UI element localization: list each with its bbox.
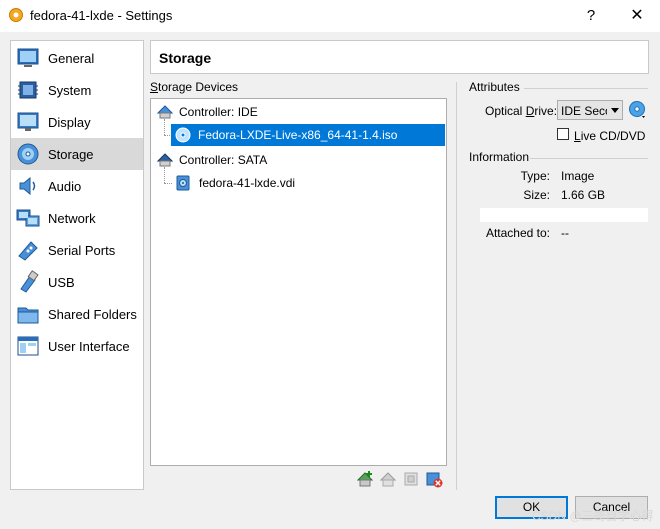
choose-disc-button[interactable] [628, 100, 648, 120]
sidebar-item-storage[interactable]: Storage [11, 138, 143, 170]
controller-icon [156, 104, 174, 120]
optical-disc-menu-icon [629, 101, 645, 118]
sidebar-item-shared-folders[interactable]: Shared Folders [11, 298, 143, 330]
shared-folders-icon [16, 302, 40, 326]
section-divider [530, 158, 648, 159]
sidebar-item-label: System [48, 83, 92, 98]
general-icon [16, 46, 40, 70]
chevron-down-icon [611, 108, 619, 113]
page-header: Storage [150, 40, 649, 74]
info-attached-value: -- [561, 226, 569, 240]
info-blank-field [480, 208, 648, 222]
controller-label: Controller: SATA [179, 153, 268, 167]
tree-item-optical-iso[interactable]: Fedora-LXDE-Live-x86_64-41-1.4.iso [171, 124, 445, 146]
remove-attachment-icon [379, 472, 397, 487]
remove-controller-icon [426, 472, 443, 488]
optical-drive-select[interactable]: IDE Secondary [557, 100, 623, 120]
sidebar-item-label: General [48, 51, 95, 66]
info-size-label: Size: [523, 188, 550, 202]
live-cd-checkbox[interactable] [557, 128, 569, 140]
audio-icon [16, 174, 40, 198]
watermark: CSDN @三哥自学心得 [532, 509, 654, 523]
info-size-value: 1.66 GB [561, 188, 606, 202]
device-label: Fedora-LXDE-Live-x86_64-41-1.4.iso [198, 128, 398, 142]
info-type-value: Image [561, 169, 595, 183]
sidebar-item-network[interactable]: Network [11, 202, 143, 234]
remove-controller-button[interactable] [425, 470, 443, 488]
storage-icon [16, 142, 40, 166]
controller-label: Controller: IDE [179, 105, 258, 119]
attributes-section-title: Attributes [469, 80, 520, 94]
sidebar-item-label: Shared Folders [48, 307, 137, 322]
sidebar-item-label: Display [48, 115, 91, 130]
optical-drive-label: Optical Drive: [485, 104, 558, 118]
tree-item-controller-sata[interactable]: Controller: SATA [155, 149, 435, 171]
sidebar-item-usb[interactable]: USB [11, 266, 143, 298]
storage-devices-label: Storage Devices [150, 80, 239, 94]
live-cd-label[interactable]: Live CD/DVD [574, 129, 645, 143]
page-title: Storage [159, 50, 212, 66]
hard-disk-icon [175, 175, 191, 191]
sidebar-item-label: Audio [48, 179, 82, 194]
device-label: fedora-41-lxde.vdi [199, 176, 296, 190]
sidebar-item-label: Network [48, 211, 96, 226]
add-controller-button[interactable] [402, 470, 420, 488]
info-attached-label: Attached to: [485, 226, 550, 240]
user-interface-icon [16, 334, 40, 358]
section-divider [524, 88, 648, 89]
optical-drive-value: IDE Secondary [561, 104, 607, 118]
add-attachment-icon [356, 471, 374, 487]
network-icon [16, 206, 40, 230]
sidebar-item-system[interactable]: System [11, 74, 143, 106]
info-type-label: Type: [520, 169, 550, 183]
optical-disc-icon [175, 127, 191, 143]
window-title: fedora-41-lxde - Settings [30, 8, 173, 23]
storage-tree[interactable]: Controller: IDE Fedora-LXDE-Live-x86_64-… [150, 98, 447, 466]
sidebar-item-label: User Interface [48, 339, 130, 354]
tree-item-hard-disk[interactable]: fedora-41-lxde.vdi [171, 172, 445, 194]
help-button[interactable]: ? [576, 3, 606, 29]
sidebar-item-label: Storage [48, 147, 94, 162]
close-button[interactable]: ✕ [620, 3, 654, 29]
add-attachment-button[interactable] [356, 470, 374, 488]
usb-icon [16, 270, 40, 294]
settings-sidebar: General System Display Storage Audio Net… [10, 40, 144, 490]
sidebar-item-display[interactable]: Display [11, 106, 143, 138]
app-gear-icon [8, 7, 24, 23]
sidebar-item-audio[interactable]: Audio [11, 170, 143, 202]
panel-separator [456, 82, 457, 490]
display-icon [16, 110, 40, 134]
sidebar-item-label: USB [48, 275, 75, 290]
controller-icon [156, 152, 174, 168]
sidebar-item-serial-ports[interactable]: Serial Ports [11, 234, 143, 266]
system-icon [16, 78, 40, 102]
sidebar-item-general[interactable]: General [11, 42, 143, 74]
sidebar-item-user-interface[interactable]: User Interface [11, 330, 143, 362]
serial-ports-icon [16, 238, 40, 262]
remove-attachment-button[interactable] [379, 470, 397, 488]
tree-item-controller-ide[interactable]: Controller: IDE [155, 101, 435, 123]
add-controller-icon [404, 472, 418, 486]
information-section-title: Information [469, 150, 530, 164]
sidebar-item-label: Serial Ports [48, 243, 116, 258]
